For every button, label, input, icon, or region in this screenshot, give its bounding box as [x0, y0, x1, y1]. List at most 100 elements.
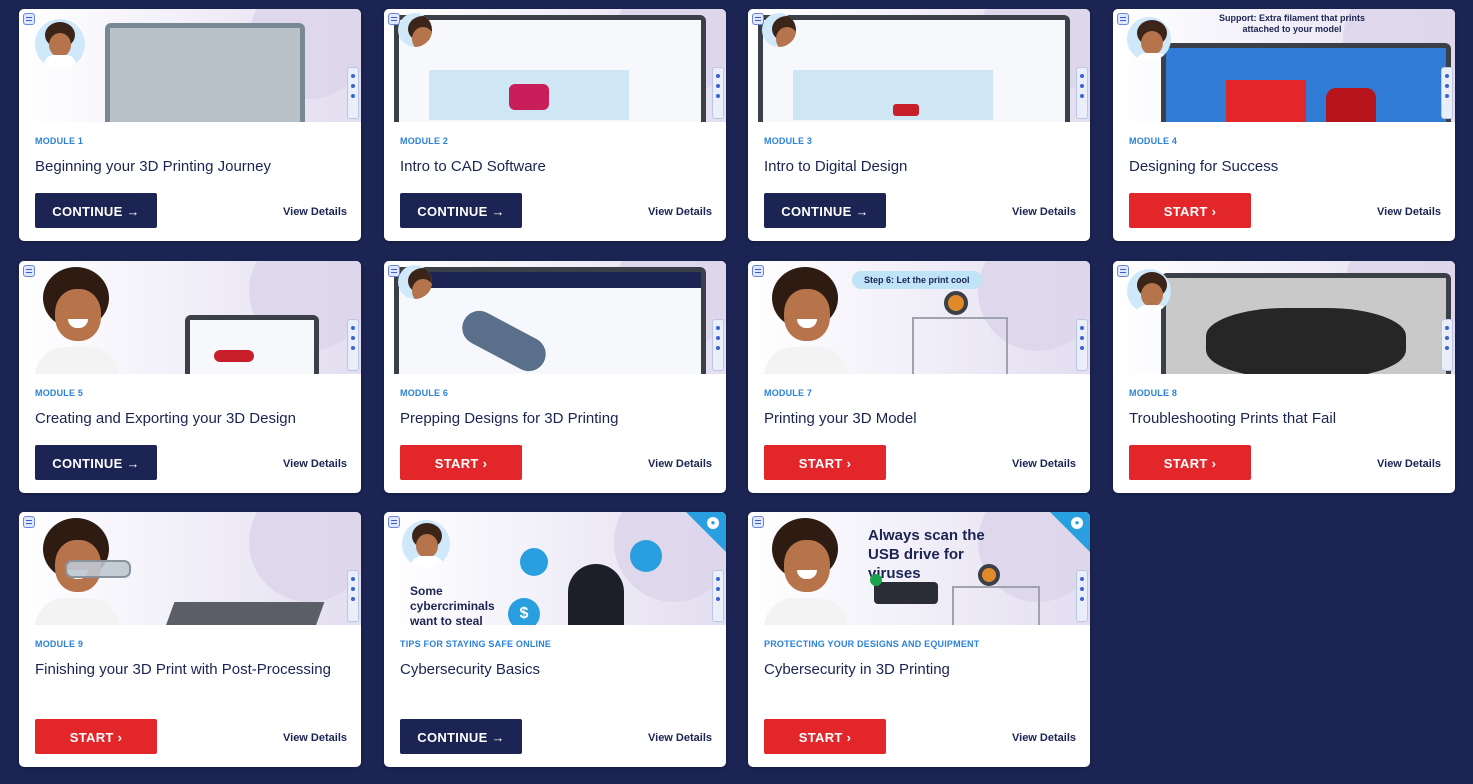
- module-label: MODULE 3: [764, 136, 813, 146]
- side-controls-icon[interactable]: [1076, 570, 1088, 622]
- view-details-link[interactable]: View Details: [283, 206, 347, 218]
- avatar: [398, 265, 432, 299]
- side-controls-icon[interactable]: [712, 319, 724, 371]
- module-title[interactable]: Beginning your 3D Printing Journey: [35, 155, 345, 179]
- menu-icon[interactable]: [752, 13, 764, 25]
- continue-button[interactable]: CONTINUE →: [400, 719, 522, 754]
- module-label: MODULE 5: [35, 388, 84, 398]
- menu-icon[interactable]: [1117, 13, 1129, 25]
- module-card[interactable]: MODULE 5 Creating and Exporting your 3D …: [19, 261, 361, 493]
- module-thumbnail: [19, 512, 361, 625]
- menu-icon[interactable]: [388, 13, 400, 25]
- continue-button[interactable]: CONTINUE →: [35, 193, 157, 228]
- module-title[interactable]: Prepping Designs for 3D Printing: [400, 407, 710, 431]
- menu-icon[interactable]: [23, 265, 35, 277]
- view-details-link[interactable]: View Details: [1012, 206, 1076, 218]
- thumbnail-caption: Some cybercriminals want to steal: [410, 584, 495, 625]
- side-controls-icon[interactable]: [347, 570, 359, 622]
- side-controls-icon[interactable]: [1441, 319, 1453, 371]
- view-details-link[interactable]: View Details: [648, 458, 712, 470]
- view-details-link[interactable]: View Details: [648, 732, 712, 744]
- module-card[interactable]: MODULE 6 Prepping Designs for 3D Printin…: [384, 261, 726, 493]
- start-button[interactable]: START ›: [1129, 445, 1251, 480]
- side-controls-icon[interactable]: [712, 67, 724, 119]
- id-card-icon: [520, 548, 548, 576]
- menu-icon[interactable]: [23, 516, 35, 528]
- view-details-link[interactable]: View Details: [1377, 206, 1441, 218]
- view-details-link[interactable]: View Details: [283, 458, 347, 470]
- continue-button[interactable]: CONTINUE →: [400, 193, 522, 228]
- start-button[interactable]: START ›: [35, 719, 157, 754]
- menu-icon[interactable]: [388, 516, 400, 528]
- view-details-link[interactable]: View Details: [1012, 732, 1076, 744]
- module-thumbnail: Always scan the USB drive for viruses ●: [748, 512, 1090, 625]
- module-thumbnail: [1113, 261, 1455, 374]
- filament-spool-icon: [978, 564, 1000, 586]
- module-label: MODULE 6: [400, 388, 449, 398]
- module-thumbnail: Support: Extra filament that prints atta…: [1113, 9, 1455, 122]
- lock-icon: ●: [707, 517, 719, 529]
- module-title[interactable]: Intro to CAD Software: [400, 155, 710, 179]
- menu-icon[interactable]: [388, 265, 400, 277]
- module-label: MODULE 7: [764, 388, 813, 398]
- start-button[interactable]: START ›: [1129, 193, 1251, 228]
- module-card[interactable]: Always scan the USB drive for viruses ● …: [748, 512, 1090, 767]
- printer-illustration: [952, 586, 1040, 625]
- module-title[interactable]: Finishing your 3D Print with Post-Proces…: [35, 658, 345, 682]
- module-title[interactable]: Cybersecurity in 3D Printing: [764, 658, 1074, 682]
- module-title[interactable]: Cybersecurity Basics: [400, 658, 710, 682]
- avatar: [1127, 17, 1171, 61]
- module-label: MODULE 8: [1129, 388, 1178, 398]
- instructor-illustration: [33, 267, 123, 374]
- module-thumbnail: [384, 9, 726, 122]
- menu-icon[interactable]: [752, 516, 764, 528]
- menu-icon[interactable]: [1117, 265, 1129, 277]
- module-grid: MODULE 1 Beginning your 3D Printing Jour…: [0, 0, 1473, 784]
- view-details-link[interactable]: View Details: [1377, 458, 1441, 470]
- start-button[interactable]: START ›: [764, 719, 886, 754]
- cad-screenshot: [394, 15, 706, 122]
- module-label: MODULE 2: [400, 136, 449, 146]
- photo-image: [105, 23, 305, 122]
- module-card[interactable]: Some cybercriminals want to steal $ ● TI…: [384, 512, 726, 767]
- cad-screenshot: [185, 315, 319, 374]
- view-details-link[interactable]: View Details: [283, 732, 347, 744]
- avatar: [1127, 269, 1171, 313]
- side-controls-icon[interactable]: [712, 570, 724, 622]
- module-card[interactable]: MODULE 1 Beginning your 3D Printing Jour…: [19, 9, 361, 241]
- module-card[interactable]: MODULE 2 Intro to CAD Software CONTINUE …: [384, 9, 726, 241]
- side-controls-icon[interactable]: [1076, 319, 1088, 371]
- module-title[interactable]: Designing for Success: [1129, 155, 1439, 179]
- module-title[interactable]: Printing your 3D Model: [764, 407, 1074, 431]
- module-card[interactable]: MODULE 9 Finishing your 3D Print with Po…: [19, 512, 361, 767]
- menu-icon[interactable]: [23, 13, 35, 25]
- side-controls-icon[interactable]: [347, 67, 359, 119]
- side-controls-icon[interactable]: [1441, 67, 1453, 119]
- module-title[interactable]: Troubleshooting Prints that Fail: [1129, 407, 1439, 431]
- avatar: [762, 13, 796, 47]
- module-thumbnail: [19, 261, 361, 374]
- printer-illustration: [912, 317, 1008, 374]
- continue-button[interactable]: CONTINUE →: [764, 193, 886, 228]
- module-title[interactable]: Intro to Digital Design: [764, 155, 1074, 179]
- start-button[interactable]: START ›: [764, 445, 886, 480]
- module-card[interactable]: Support: Extra filament that prints atta…: [1113, 9, 1455, 241]
- side-controls-icon[interactable]: [1076, 67, 1088, 119]
- start-button[interactable]: START ›: [400, 445, 522, 480]
- module-thumbnail: [19, 9, 361, 122]
- menu-icon[interactable]: [752, 265, 764, 277]
- module-card[interactable]: Step 6: Let the print cool MODULE 7 Prin…: [748, 261, 1090, 493]
- module-thumbnail: Some cybercriminals want to steal $ ●: [384, 512, 726, 625]
- continue-button[interactable]: CONTINUE →: [35, 445, 157, 480]
- hacker-illustration: [568, 564, 624, 625]
- instructor-illustration: [762, 518, 852, 625]
- module-title[interactable]: Creating and Exporting your 3D Design: [35, 407, 345, 431]
- filament-spool-icon: [944, 291, 968, 315]
- module-card[interactable]: MODULE 8 Troubleshooting Prints that Fai…: [1113, 261, 1455, 493]
- failed-print-photo: [1161, 273, 1451, 374]
- view-details-link[interactable]: View Details: [648, 206, 712, 218]
- slicer-screenshot: [394, 267, 706, 374]
- side-controls-icon[interactable]: [347, 319, 359, 371]
- view-details-link[interactable]: View Details: [1012, 458, 1076, 470]
- module-card[interactable]: MODULE 3 Intro to Digital Design CONTINU…: [748, 9, 1090, 241]
